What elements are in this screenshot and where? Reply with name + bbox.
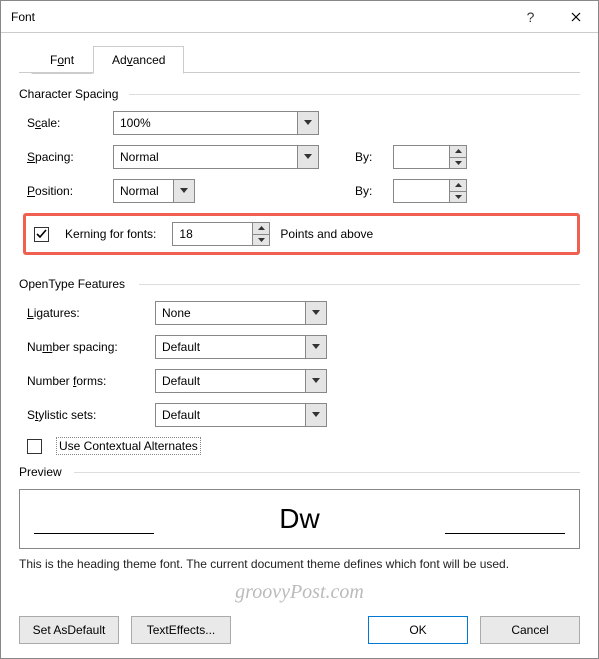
spacing-input[interactable] bbox=[113, 145, 297, 169]
spacing-by-up[interactable] bbox=[449, 145, 467, 157]
stylistic-label: Stylistic sets: bbox=[27, 408, 147, 422]
ligatures-label: Ligatures: bbox=[27, 306, 147, 320]
position-dropdown-btn[interactable] bbox=[173, 179, 195, 203]
position-by-spinner[interactable] bbox=[393, 179, 467, 203]
position-by-label: By: bbox=[355, 184, 385, 198]
numspacing-label: Number spacing: bbox=[27, 340, 147, 354]
numforms-combo[interactable] bbox=[155, 369, 327, 393]
tab-strip: Font Advanced bbox=[31, 45, 580, 73]
position-input[interactable] bbox=[113, 179, 173, 203]
row-stylistic: Stylistic sets: bbox=[27, 403, 580, 427]
caret-up-icon bbox=[258, 226, 265, 230]
tab-advanced[interactable]: Advanced bbox=[93, 46, 184, 74]
group-title-open: OpenType Features bbox=[19, 277, 580, 291]
scale-input[interactable] bbox=[113, 111, 297, 135]
chevron-down-icon bbox=[304, 154, 312, 160]
spacing-by-input[interactable] bbox=[393, 145, 449, 169]
position-label: Position: bbox=[27, 184, 105, 198]
dialog-footer: Set As Default Text Effects... OK Cancel bbox=[1, 606, 598, 658]
position-combo[interactable] bbox=[113, 179, 195, 203]
kerning-up[interactable] bbox=[252, 222, 270, 234]
preview-description: This is the heading theme font. The curr… bbox=[19, 557, 580, 571]
row-spacing: Spacing: By: bbox=[27, 145, 580, 169]
preview-box: Dw bbox=[19, 489, 580, 549]
chevron-down-icon bbox=[312, 310, 320, 316]
kerning-suffix: Points and above bbox=[280, 227, 373, 241]
numspacing-combo[interactable] bbox=[155, 335, 327, 359]
scale-combo[interactable] bbox=[113, 111, 319, 135]
row-ligatures: Ligatures: bbox=[27, 301, 580, 325]
numspacing-input[interactable] bbox=[155, 335, 305, 359]
kerning-highlight: Kerning for fonts: Points and above bbox=[23, 213, 580, 255]
ligatures-dropdown-btn[interactable] bbox=[305, 301, 327, 325]
caret-down-icon bbox=[258, 238, 265, 242]
preview-sample: Dw bbox=[279, 503, 319, 535]
caret-down-icon bbox=[455, 195, 462, 199]
spacing-by-label: By: bbox=[355, 150, 385, 164]
spacing-label: Spacing: bbox=[27, 150, 105, 164]
tab-font[interactable]: Font bbox=[31, 46, 93, 74]
spacing-dropdown-btn[interactable] bbox=[297, 145, 319, 169]
row-position: Position: By: bbox=[27, 179, 580, 203]
group-preview: Preview Dw This is the heading theme fon… bbox=[19, 465, 580, 571]
text-effects-button[interactable]: Text Effects... bbox=[131, 616, 231, 644]
check-icon bbox=[36, 229, 47, 240]
cancel-button[interactable]: Cancel bbox=[480, 616, 580, 644]
title-bar: Font ? bbox=[1, 1, 598, 33]
kerning-checkbox[interactable] bbox=[34, 227, 49, 242]
close-icon bbox=[571, 12, 581, 22]
contextual-checkbox[interactable] bbox=[27, 439, 42, 454]
caret-up-icon bbox=[455, 183, 462, 187]
stylistic-input[interactable] bbox=[155, 403, 305, 427]
close-button[interactable] bbox=[553, 1, 598, 33]
chevron-down-icon bbox=[180, 188, 188, 194]
dialog-title: Font bbox=[11, 10, 508, 24]
caret-up-icon bbox=[455, 149, 462, 153]
scale-label: Scale: bbox=[27, 116, 105, 130]
chevron-down-icon bbox=[304, 120, 312, 126]
contextual-label: Use Contextual Alternates bbox=[56, 437, 201, 455]
spacing-by-spinner[interactable] bbox=[393, 145, 467, 169]
scale-dropdown-btn[interactable] bbox=[297, 111, 319, 135]
chevron-down-icon bbox=[312, 344, 320, 350]
group-character-spacing: Character Spacing Scale: Spacing: By: bbox=[19, 87, 580, 255]
stylistic-combo[interactable] bbox=[155, 403, 327, 427]
ligatures-combo[interactable] bbox=[155, 301, 327, 325]
caret-down-icon bbox=[455, 161, 462, 165]
chevron-down-icon bbox=[312, 378, 320, 384]
ligatures-input[interactable] bbox=[155, 301, 305, 325]
numforms-label: Number forms: bbox=[27, 374, 147, 388]
row-numspacing: Number spacing: bbox=[27, 335, 580, 359]
group-title-char: Character Spacing bbox=[19, 87, 580, 101]
dialog-content: Font Advanced Character Spacing Scale: S… bbox=[1, 33, 598, 606]
stylistic-dropdown-btn[interactable] bbox=[305, 403, 327, 427]
group-title-preview: Preview bbox=[19, 465, 580, 479]
kerning-spinner[interactable] bbox=[172, 222, 270, 246]
numforms-dropdown-btn[interactable] bbox=[305, 369, 327, 393]
row-numforms: Number forms: bbox=[27, 369, 580, 393]
group-opentype: OpenType Features Ligatures: Number spac… bbox=[19, 277, 580, 455]
spacing-by-down[interactable] bbox=[449, 157, 467, 170]
set-default-button[interactable]: Set As Default bbox=[19, 616, 119, 644]
chevron-down-icon bbox=[312, 412, 320, 418]
row-contextual: Use Contextual Alternates bbox=[27, 437, 580, 455]
row-scale: Scale: bbox=[27, 111, 580, 135]
numforms-input[interactable] bbox=[155, 369, 305, 393]
font-dialog: Font ? Font Advanced Character Spacing S… bbox=[0, 0, 599, 659]
spacing-combo[interactable] bbox=[113, 145, 319, 169]
position-by-up[interactable] bbox=[449, 179, 467, 191]
help-button[interactable]: ? bbox=[508, 1, 553, 33]
kerning-label: Kerning for fonts: bbox=[65, 227, 156, 241]
kerning-input[interactable] bbox=[172, 222, 252, 246]
kerning-down[interactable] bbox=[252, 234, 270, 247]
position-by-down[interactable] bbox=[449, 191, 467, 204]
numspacing-dropdown-btn[interactable] bbox=[305, 335, 327, 359]
ok-button[interactable]: OK bbox=[368, 616, 468, 644]
position-by-input[interactable] bbox=[393, 179, 449, 203]
